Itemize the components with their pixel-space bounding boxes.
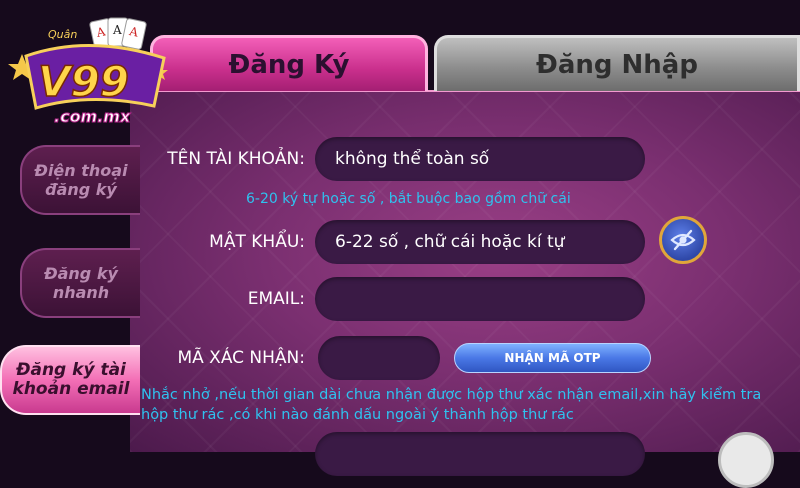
username-hint: 6-20 ký tự hoặc số , bắt buộc bao gồm ch… [246,191,571,207]
logo-domain-text: .com.mx [54,107,131,126]
logo-top-text: Quân [48,28,77,41]
tab-register[interactable]: Đăng Ký [150,35,428,91]
sidebar-item-label: Đăng ký tài khoản email [12,360,130,399]
code-label: MÃ XÁC NHẬN: [177,348,305,368]
eye-slash-icon [670,229,696,251]
tab-register-label: Đăng Ký [228,49,350,80]
email-label: EMAIL: [247,289,305,309]
sidebar-item-label: Điện thoại đăng ký [34,161,128,199]
verification-code-field[interactable] [318,336,440,380]
sidebar-item-label: Đăng ký nhanh [44,264,118,302]
tab-login-label: Đăng Nhập [536,49,698,80]
next-field-partial[interactable] [315,432,645,476]
username-field[interactable]: không thể toàn số [315,137,645,181]
password-toggle-button[interactable] [659,216,707,264]
get-otp-label: NHẬN MÃ OTP [504,351,601,365]
logo-brand-text: V99 [38,57,129,106]
sidebar-item-phone-register[interactable]: Điện thoại đăng ký [20,145,140,215]
password-label: MẬT KHẨU: [209,232,305,252]
sidebar-item-email-register[interactable]: Đăng ký tài khoản email [0,345,140,415]
svg-text:A: A [112,23,122,37]
username-value: không thể toàn số [335,149,490,169]
username-label: TÊN TÀI KHOẢN: [167,149,305,169]
email-field[interactable] [315,277,645,321]
password-placeholder: 6-22 số , chữ cái hoặc kí tự [335,232,565,252]
password-field[interactable]: 6-22 số , chữ cái hoặc kí tự [315,220,645,264]
partial-round-icon[interactable] [718,432,774,488]
v99-logo: A A A Quân V99 .com.mx [4,14,174,129]
email-reminder-text: Nhắc nhở ,nếu thời gian dài chưa nhận đư… [141,387,762,423]
v99-logo-graphic: A A A Quân V99 .com.mx [8,17,168,127]
sidebar-item-quick-register[interactable]: Đăng ký nhanh [20,248,140,318]
tab-login[interactable]: Đăng Nhập [434,35,800,91]
get-otp-button[interactable]: NHẬN MÃ OTP [454,343,651,373]
